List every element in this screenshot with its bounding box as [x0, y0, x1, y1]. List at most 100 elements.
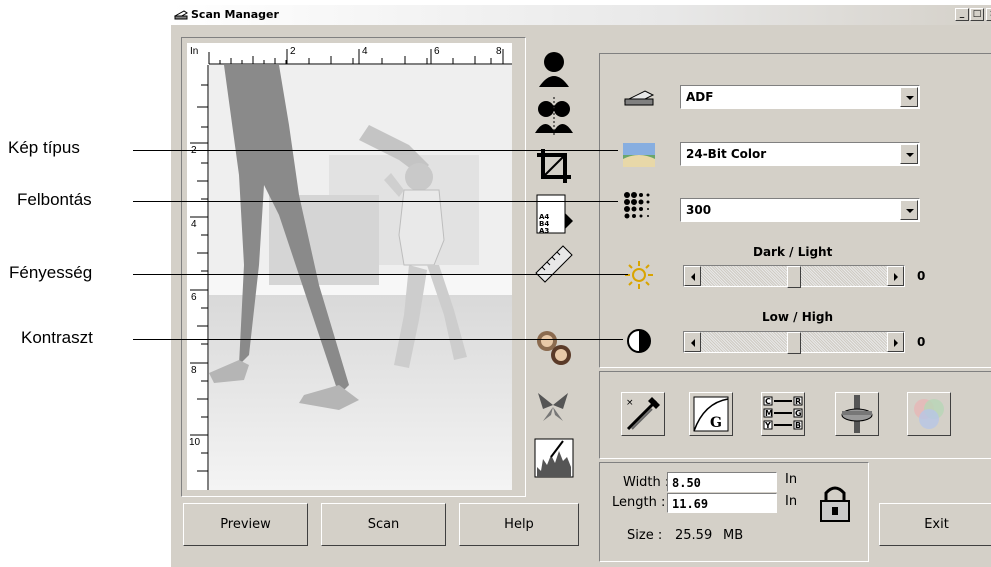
svg-text:Y: Y — [764, 421, 771, 430]
length-label: Length : — [612, 495, 666, 510]
ruler-icon — [535, 245, 573, 283]
image-type-value: 24-Bit Color — [686, 147, 767, 161]
brightness-thumb[interactable] — [787, 266, 801, 288]
ruler-ticks-vertical — [190, 65, 209, 490]
image-type-select[interactable]: 24-Bit Color — [680, 142, 920, 166]
callout-line-resolution — [133, 201, 618, 202]
callout-line-image-type — [133, 150, 618, 151]
scroll-right-button[interactable] — [887, 266, 904, 286]
contrast-label: Low / High — [762, 310, 834, 324]
scanner-app-icon — [174, 10, 188, 20]
resolution-icon — [624, 192, 650, 219]
multi-scan-button[interactable] — [533, 95, 575, 137]
descreen-button[interactable] — [533, 327, 575, 369]
svg-text:B: B — [795, 421, 801, 430]
ruler-tick-label: 8 — [191, 365, 197, 376]
size-unit: MB — [723, 528, 744, 543]
source-select[interactable]: ADF — [680, 85, 920, 109]
lock-aspect-button[interactable] — [817, 483, 853, 523]
ruler-tick-label: 6 — [191, 292, 197, 303]
scan-button[interactable]: Scan — [321, 503, 446, 546]
length-field[interactable]: 11.69 — [667, 493, 777, 513]
width-unit: In — [785, 472, 798, 487]
callout-contrast: Kontraszt — [21, 328, 93, 347]
curve-g-icon: G — [693, 396, 729, 432]
histogram-button[interactable] — [533, 437, 575, 479]
width-label: Width : — [623, 475, 670, 490]
maximize-button[interactable]: □ — [970, 8, 984, 21]
hue-saturation-button[interactable] — [835, 392, 879, 436]
image-type-icon — [623, 143, 655, 167]
width-value: 8.50 — [672, 476, 701, 490]
scroll-left-button[interactable] — [684, 332, 701, 352]
measure-button[interactable] — [533, 243, 575, 285]
callout-image-type: Kép típus — [8, 138, 80, 157]
paper-size-button[interactable]: A4 B4 A3 — [533, 193, 575, 235]
multi-person-icon — [535, 97, 573, 135]
ruler-tick-label: 8 — [496, 46, 502, 57]
preview-button[interactable]: Preview — [183, 503, 308, 546]
brightness-value: 0 — [917, 269, 926, 283]
title-bar: Scan Manager _ □ × — [171, 5, 991, 25]
sun-icon — [625, 261, 653, 289]
help-button[interactable]: Help — [459, 503, 579, 546]
scroll-right-button[interactable] — [887, 332, 904, 352]
ruler-ticks-horizontal — [208, 49, 512, 65]
crop-button[interactable] — [533, 145, 575, 187]
ruler-vertical: 2 4 6 8 10 — [187, 65, 209, 490]
size-label: Size : — [627, 528, 663, 543]
svg-text:A3: A3 — [539, 227, 549, 235]
chevron-down-icon[interactable] — [900, 144, 918, 164]
ruler-tick-label: 10 — [189, 437, 201, 448]
resolution-select[interactable]: 300 — [680, 198, 920, 222]
close-button[interactable]: × — [986, 8, 991, 21]
auto-level-button[interactable]: × — [621, 392, 665, 436]
contrast-slider[interactable] — [683, 331, 905, 354]
svg-text:G: G — [710, 415, 722, 431]
chevron-down-icon[interactable] — [900, 87, 918, 107]
chevron-down-icon[interactable] — [900, 200, 918, 220]
source-value: ADF — [686, 90, 714, 104]
crop-icon — [537, 149, 571, 183]
faces-icon — [537, 331, 571, 365]
butterfly-icon — [538, 393, 568, 421]
length-unit: In — [785, 494, 798, 509]
svg-text:M: M — [765, 409, 773, 418]
resolution-value: 300 — [686, 203, 712, 217]
histogram-icon — [534, 438, 574, 478]
ruler-tick-label: 4 — [362, 46, 368, 57]
contrast-icon — [627, 329, 651, 353]
scan-manager-window: Scan Manager _ □ × In 2 4 6 8 — [170, 5, 991, 567]
color-balance-button[interactable]: C R M G Y B — [761, 392, 805, 436]
ruler-horizontal: In 2 4 6 8 — [187, 43, 512, 65]
curve-button[interactable]: G — [689, 392, 733, 436]
svg-text:G: G — [795, 409, 802, 418]
scroll-left-button[interactable] — [684, 266, 701, 286]
filter-button[interactable] — [533, 385, 575, 427]
exit-button[interactable]: Exit — [879, 503, 991, 546]
knob-icon — [841, 395, 873, 433]
brightness-slider[interactable] — [683, 265, 905, 288]
scanner-source-icon — [623, 90, 655, 106]
preview-image[interactable] — [209, 65, 512, 490]
length-value: 11.69 — [672, 497, 709, 511]
svg-text:×: × — [626, 398, 634, 408]
minimize-button[interactable]: _ — [955, 8, 969, 21]
color-circles-icon — [914, 399, 944, 429]
width-field[interactable]: 8.50 — [667, 472, 777, 492]
preview-panel: In 2 4 6 8 4 6 8 10 — [181, 37, 526, 497]
svg-text:C: C — [765, 397, 771, 406]
eyedropper-icon: × — [626, 397, 660, 431]
window-title: Scan Manager — [191, 8, 279, 21]
callout-line-contrast — [133, 339, 623, 340]
svg-text:R: R — [795, 397, 801, 406]
ruler-tick-label: 6 — [434, 46, 440, 57]
ruler-tick-label: 4 — [191, 219, 197, 230]
contrast-value: 0 — [917, 335, 926, 349]
color-drop-button[interactable] — [907, 392, 951, 436]
person-icon — [539, 52, 569, 87]
size-value: 25.59 — [675, 528, 713, 543]
contrast-thumb[interactable] — [787, 332, 801, 354]
paper-size-icon: A4B4A3 — [536, 194, 573, 235]
single-scan-button[interactable] — [533, 47, 575, 89]
